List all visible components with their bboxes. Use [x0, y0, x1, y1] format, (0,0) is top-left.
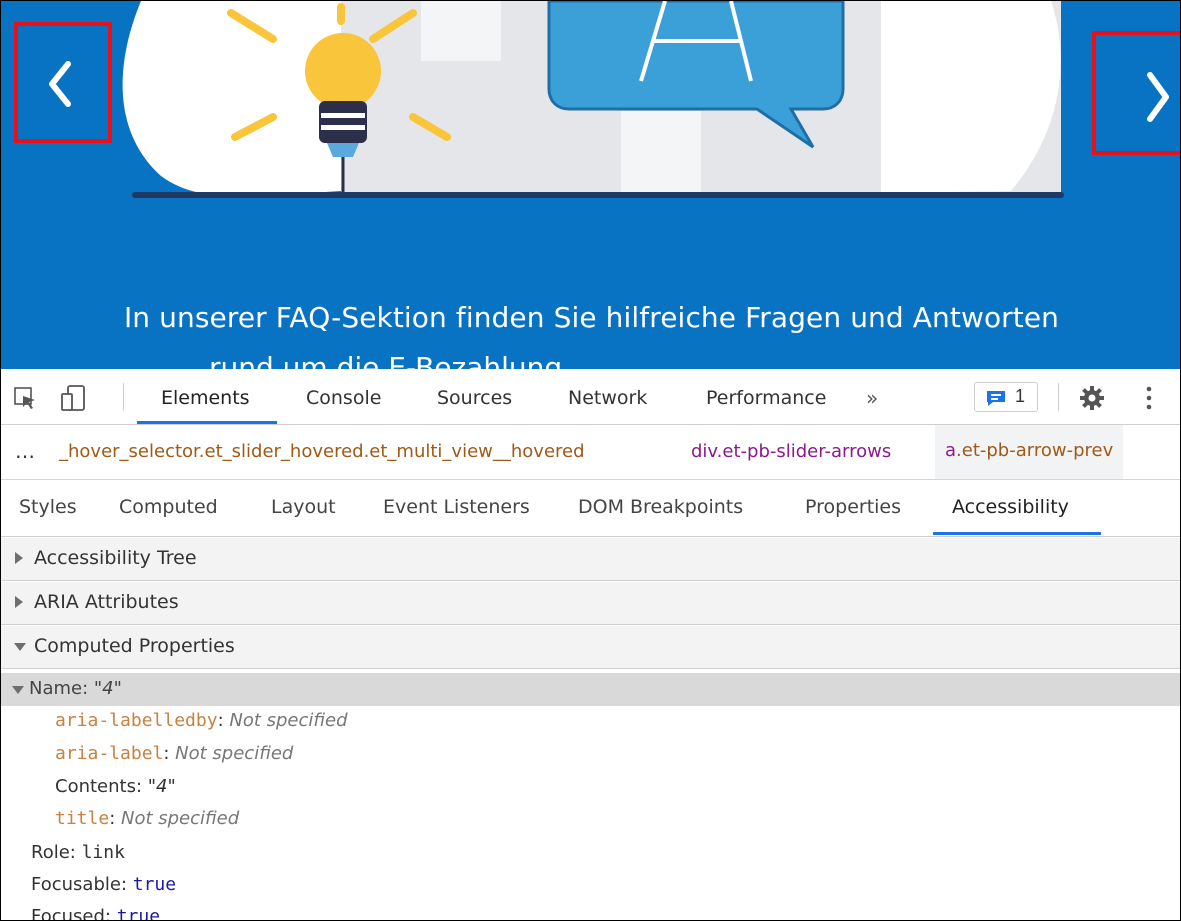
property-key: Role:	[31, 842, 82, 863]
property-value: Not specified	[229, 710, 348, 731]
property-value: true	[132, 874, 177, 895]
section-label: Accessibility Tree	[34, 547, 197, 569]
aria-label-row: aria-label: Not specified	[55, 743, 294, 764]
breadcrumb-tag: a	[945, 440, 957, 461]
section-aria-attributes[interactable]: ARIA Attributes	[1, 582, 1180, 625]
property-key: aria-labelledby	[55, 710, 218, 731]
slide-headline: In unserer FAQ-Sektion finden Sie hilfre…	[123, 301, 1060, 334]
slider-next-arrow[interactable]	[1092, 31, 1180, 155]
section-accessibility-tree[interactable]: Accessibility Tree	[1, 538, 1180, 581]
section-label: Computed Properties	[34, 635, 235, 657]
issues-button[interactable]: 1	[974, 382, 1038, 412]
property-key: Contents:	[55, 776, 148, 797]
toolbar-separator	[123, 383, 124, 411]
name-label: Name:	[29, 678, 94, 699]
property-key: Focusable:	[31, 874, 133, 895]
property-value: link	[81, 842, 125, 863]
tab-properties[interactable]: Properties	[805, 496, 901, 518]
name-value: "4"	[93, 678, 122, 699]
focused-row: Focused: true	[31, 906, 161, 921]
section-label: ARIA Attributes	[34, 591, 179, 613]
slider-prev-arrow[interactable]	[14, 22, 112, 143]
device-toggle-icon[interactable]	[59, 384, 89, 412]
expand-triangle-icon	[15, 552, 23, 564]
property-value: Not specified	[120, 808, 240, 829]
tab-elements[interactable]: Elements	[161, 369, 250, 424]
tab-dom-breakpoints[interactable]: DOM Breakpoints	[578, 496, 743, 518]
tab-computed[interactable]: Computed	[119, 496, 218, 518]
toolbar-separator	[1058, 383, 1059, 411]
expand-triangle-icon	[15, 596, 23, 608]
tab-layout[interactable]: Layout	[271, 496, 336, 518]
name-property: Name: "4"	[29, 678, 122, 699]
breadcrumb-item[interactable]: _hover_selector.et_slider_hovered.et_mul…	[59, 441, 585, 462]
sidebar-tabs: Styles Computed Layout Event Listeners D…	[1, 480, 1180, 537]
kebab-menu-icon[interactable]	[1139, 385, 1159, 411]
chevron-right-icon	[1147, 72, 1169, 122]
collapse-triangle-icon	[14, 643, 26, 651]
tab-accessibility[interactable]: Accessibility	[952, 496, 1069, 518]
tab-event-listeners[interactable]: Event Listeners	[383, 496, 530, 518]
chevron-left-icon	[49, 61, 71, 107]
dom-breadcrumb: … _hover_selector.et_slider_hovered.et_m…	[1, 425, 1180, 480]
aria-labelledby-row: aria-labelledby: Not specified	[55, 710, 348, 731]
gear-icon[interactable]	[1079, 385, 1105, 411]
issues-icon	[987, 391, 1005, 406]
tab-console[interactable]: Console	[306, 369, 381, 424]
focusable-row: Focusable: true	[31, 874, 176, 895]
property-value: true	[116, 906, 161, 921]
breadcrumb-overflow[interactable]: …	[15, 439, 35, 463]
active-tab-indicator	[137, 421, 277, 424]
breadcrumb-item[interactable]: div.et-pb-slider-arrows	[691, 441, 891, 462]
section-computed-properties[interactable]: Computed Properties	[1, 626, 1180, 669]
collapse-triangle-icon	[12, 686, 24, 694]
property-key: Focused:	[31, 906, 117, 921]
screenshot-frame: In unserer FAQ-Sektion finden Sie hilfre…	[0, 0, 1181, 921]
devtools-toolbar: Elements Console Sources Network Perform…	[1, 369, 1180, 425]
title-row: title: Not specified	[55, 808, 240, 829]
more-tabs-button[interactable]: »	[866, 369, 878, 424]
role-row: Role: link	[31, 842, 125, 863]
issues-count: 1	[1015, 386, 1026, 406]
property-key: title	[55, 808, 110, 829]
active-subtab-indicator	[933, 532, 1101, 535]
breadcrumb-class: .et-pb-arrow-prev	[956, 440, 1114, 461]
tab-styles[interactable]: Styles	[19, 496, 77, 518]
contents-row: Contents: "4"	[55, 776, 176, 797]
tab-sources[interactable]: Sources	[437, 369, 512, 424]
computed-name-row[interactable]: Name: "4"	[1, 673, 1180, 706]
tab-performance[interactable]: Performance	[706, 369, 826, 424]
property-value: "4"	[147, 776, 176, 797]
slide-headline-continued: rund um die E-Bezahlung	[209, 351, 563, 371]
devtools-panel: Elements Console Sources Network Perform…	[1, 369, 1180, 921]
inspect-icon[interactable]	[13, 386, 39, 412]
property-key: aria-label	[55, 743, 164, 764]
hero-slider: In unserer FAQ-Sektion finden Sie hilfre…	[1, 1, 1180, 371]
tab-network[interactable]: Network	[568, 369, 647, 424]
property-value: Not specified	[175, 743, 294, 764]
breadcrumb-item-selected[interactable]: a.et-pb-arrow-prev	[935, 425, 1124, 479]
